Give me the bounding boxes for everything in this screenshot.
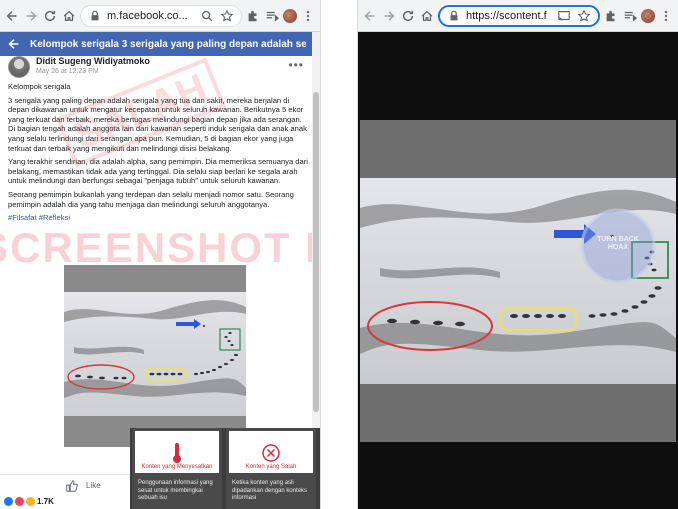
post-body: Kelompok serigala 3 serigala yang paling… <box>8 82 308 227</box>
left-browser-window: m.facebook.co... Kelompok serigala 3 ser… <box>0 0 320 509</box>
post-date[interactable]: May 26 at 12:23 PM <box>36 68 150 75</box>
address-url[interactable]: m.facebook.co... <box>107 10 195 22</box>
reaction-summary[interactable]: 1.7K <box>4 497 54 506</box>
facebook-header-bar: Kelompok serigala 3 serigala yang paling… <box>0 32 312 56</box>
browser-toolbar: m.facebook.co... <box>0 0 320 32</box>
like-reaction-icon <box>4 497 13 506</box>
bookmark-star-icon[interactable] <box>576 8 592 24</box>
fb-header-title: Kelompok serigala 3 serigala yang paling… <box>30 38 306 50</box>
post-image[interactable] <box>64 265 246 447</box>
address-bar[interactable]: m.facebook.co... <box>80 4 242 27</box>
window-divider <box>320 0 358 509</box>
card-description: Ketika konten yang asli dipadankan denga… <box>232 480 308 501</box>
reload-icon[interactable] <box>400 8 416 24</box>
card-misleading-content: Konten yang Menyesatkan Penggunaan infor… <box>132 428 222 509</box>
card-description: Penggunaan informasi yang sesat untuk me… <box>138 480 213 501</box>
cast-icon[interactable] <box>556 8 572 24</box>
post-hashtags[interactable]: #Filsafat #Refleksi <box>8 213 308 223</box>
speech-x-icon <box>262 444 280 462</box>
author-meta: Didit Sugeng Widiyatmoko May 26 at 12:23… <box>36 56 150 80</box>
browser-toolbar: https://scontent.f <box>358 0 678 32</box>
wolf-pack-photo <box>64 292 246 416</box>
lock-icon <box>87 8 103 24</box>
card-false-content: Konten yang Salah Ketika konten yang asl… <box>226 428 316 509</box>
profile-avatar[interactable] <box>641 8 655 23</box>
fb-back-arrow-icon[interactable] <box>6 36 22 52</box>
reload-icon[interactable] <box>42 8 58 24</box>
hoax-info-cards: Konten yang Menyesatkan Penggunaan infor… <box>130 428 320 509</box>
turn-back-hoax-text: TURN BACK HOAX <box>597 236 639 251</box>
search-icon[interactable] <box>199 8 215 24</box>
post-paragraph: 3 serigala yang paling depan adalah seri… <box>8 95 307 153</box>
extensions-puzzle-icon[interactable] <box>245 8 261 24</box>
card-label: Konten yang Salah <box>245 464 297 470</box>
post-header: Didit Sugeng Widiyatmoko May 26 at 12:23… <box>8 56 308 80</box>
reaction-count: 1.7K <box>37 497 54 506</box>
full-size-image[interactable]: TURN BACK HOAX <box>360 120 676 442</box>
post-paragraph: Kelompok serigala <box>8 82 71 91</box>
back-arrow-icon[interactable] <box>4 8 20 24</box>
like-button[interactable]: Like <box>86 481 101 490</box>
post-more-options[interactable]: ••• <box>288 58 304 72</box>
media-queue-icon[interactable] <box>622 8 638 24</box>
love-reaction-icon <box>15 497 24 506</box>
blue-arrow-icon <box>176 319 201 329</box>
yellow-box-highlight <box>499 307 577 331</box>
card-label: Konten yang Menyesatkan <box>141 464 213 470</box>
author-name[interactable]: Didit Sugeng Widiyatmoko <box>36 56 150 66</box>
thermometer-icon <box>173 443 181 463</box>
wolf-pack-illustration <box>360 189 676 354</box>
scrollbar-thumb[interactable] <box>313 92 319 412</box>
address-url[interactable]: https://scontent.f <box>466 10 552 22</box>
forward-arrow-icon[interactable] <box>381 8 397 24</box>
right-browser-window: https://scontent.f TURN BACK HOAX <box>358 0 678 509</box>
extensions-puzzle-icon[interactable] <box>603 8 619 24</box>
post-paragraph: Seorang pemimpin bukanlah yang terdepan … <box>8 189 294 209</box>
home-icon[interactable] <box>61 8 77 24</box>
post-paragraph: Yang terakhir sendirian, dia adalah alph… <box>8 157 308 186</box>
forward-arrow-icon[interactable] <box>23 8 39 24</box>
author-avatar[interactable] <box>8 56 30 78</box>
bookmark-star-icon[interactable] <box>219 8 235 24</box>
lock-icon <box>446 8 462 24</box>
address-bar[interactable]: https://scontent.f <box>438 4 600 27</box>
menu-kebab-icon[interactable] <box>300 8 316 24</box>
home-icon[interactable] <box>419 8 435 24</box>
like-thumb-icon[interactable] <box>64 478 80 494</box>
media-queue-icon[interactable] <box>264 8 280 24</box>
image-viewer: TURN BACK HOAX <box>358 32 678 509</box>
wolf-pack-photo: TURN BACK HOAX <box>360 178 676 384</box>
haha-reaction-icon <box>26 497 35 506</box>
back-arrow-icon[interactable] <box>362 8 378 24</box>
menu-kebab-icon[interactable] <box>658 8 674 24</box>
wolf-pack-illustration <box>64 300 246 398</box>
profile-avatar[interactable] <box>283 8 297 23</box>
